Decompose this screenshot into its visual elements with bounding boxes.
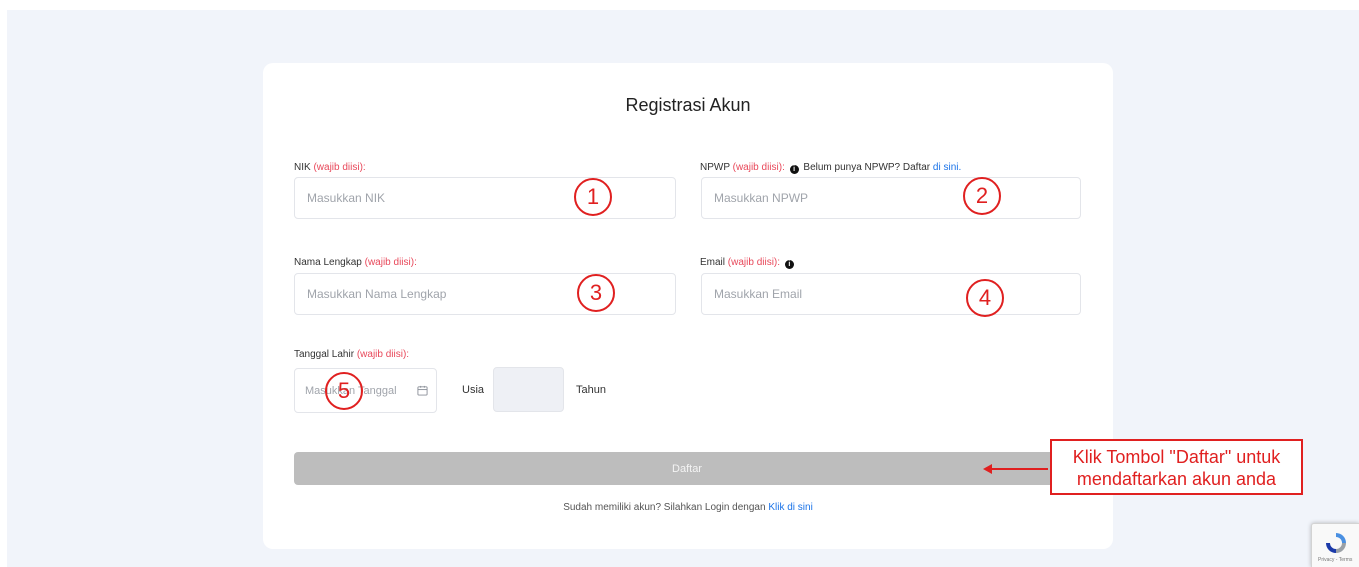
- usia-field: [493, 367, 564, 412]
- annotation-arrow: [990, 468, 1048, 470]
- annotation-marker-4: 4: [966, 279, 1004, 317]
- nama-required-text: (wajib diisi):: [364, 257, 417, 268]
- annotation-marker-1: 1: [574, 178, 612, 216]
- tanggal-label-text: Tanggal Lahir: [294, 349, 355, 360]
- annotation-marker-2: 2: [963, 177, 1001, 215]
- tanggal-required-text: (wajib diisi):: [356, 349, 410, 360]
- info-icon[interactable]: i: [789, 165, 799, 174]
- email-required-text: (wajib diisi):: [727, 257, 781, 268]
- nik-input[interactable]: [294, 177, 676, 219]
- nama-label-text: Nama Lengkap: [294, 257, 362, 268]
- recaptcha-badge[interactable]: Privacy - Terms: [1311, 523, 1359, 567]
- tanggal-lahir-field[interactable]: [294, 368, 437, 413]
- login-prompt: Sudah memiliki akun? Silahkan Login deng…: [263, 502, 1113, 513]
- npwp-input[interactable]: [701, 177, 1081, 219]
- npwp-register-link[interactable]: di sini.: [933, 162, 961, 173]
- npwp-label: NPWP (wajib diisi): i Belum punya NPWP? …: [700, 162, 961, 174]
- nik-label-text: NIK: [294, 162, 311, 173]
- usia-label: Usia: [462, 384, 485, 396]
- annotation-marker-5: 5: [325, 372, 363, 410]
- npwp-hint-text: Belum punya NPWP? Daftar: [803, 162, 931, 173]
- tanggal-lahir-label: Tanggal Lahir (wajib diisi):: [294, 349, 409, 360]
- annotation-callout: Klik Tombol "Daftar" untuk mendaftarkan …: [1050, 439, 1303, 495]
- nama-lengkap-input[interactable]: [294, 273, 676, 315]
- tahun-label: Tahun: [576, 384, 606, 396]
- login-prompt-text: Sudah memiliki akun? Silahkan Login deng…: [563, 502, 766, 513]
- email-input[interactable]: [701, 273, 1081, 315]
- login-link[interactable]: Klik di sini: [768, 502, 812, 513]
- recaptcha-footer[interactable]: Privacy - Terms: [1318, 557, 1352, 563]
- nama-label: Nama Lengkap (wajib diisi):: [294, 257, 417, 268]
- npwp-label-text: NPWP: [700, 162, 730, 173]
- email-label: Email (wajib diisi): i: [700, 257, 796, 269]
- annotation-arrow-head: [983, 464, 992, 474]
- nik-required-text: (wajib diisi):: [313, 162, 366, 173]
- recaptcha-icon: [1326, 533, 1346, 553]
- calendar-icon[interactable]: [417, 385, 428, 396]
- info-icon[interactable]: i: [784, 260, 794, 269]
- annotation-marker-3: 3: [577, 274, 615, 312]
- page-title: Registrasi Akun: [625, 95, 751, 115]
- email-label-text: Email: [700, 257, 726, 268]
- nik-label: NIK (wajib diisi):: [294, 162, 366, 173]
- npwp-required-text: (wajib diisi):: [732, 162, 785, 173]
- daftar-button[interactable]: Daftar: [294, 452, 1080, 485]
